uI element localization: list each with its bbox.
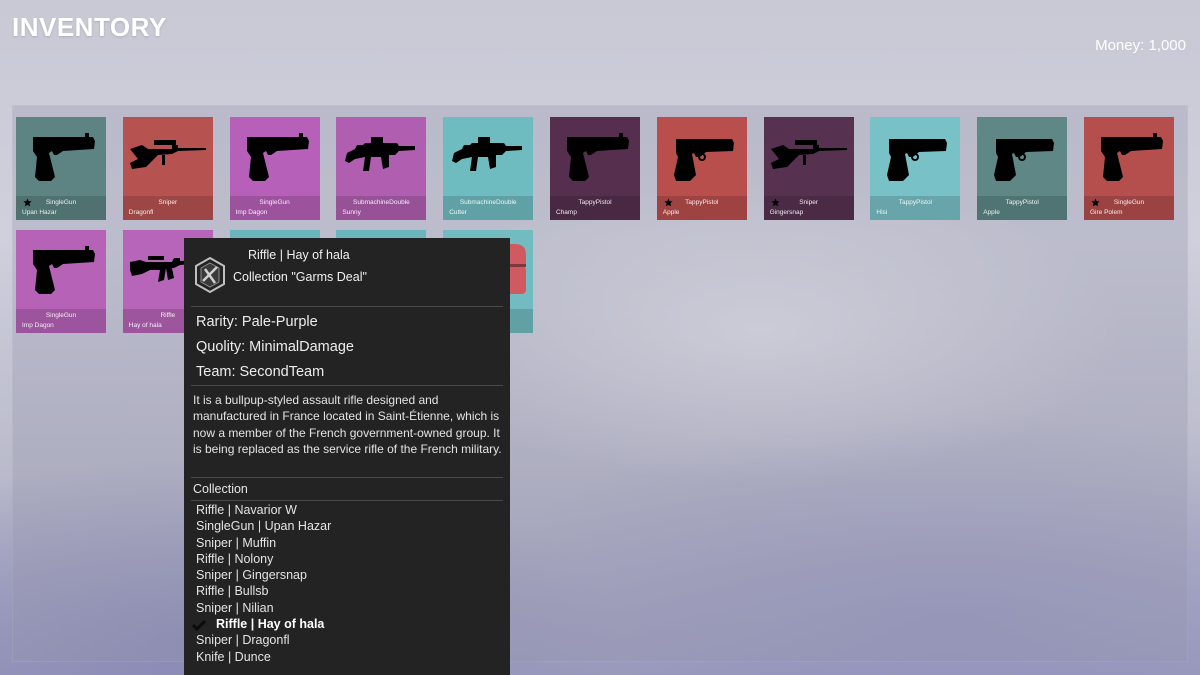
item-name: Cutter [449,209,467,216]
item-tooltip: Riffle | Hay of hala Collection "Garms D… [184,238,510,675]
pistol-icon [1089,127,1169,185]
slot-label: SubmachineDouble Sunny [336,196,427,220]
quality-text: Quolity: MinimalDamage [196,339,354,355]
item-name: Gingersnap [769,209,804,216]
item-description: It is a bullpup-styled assault rifle des… [193,393,502,456]
item-name: Hisi [876,209,888,216]
team-text: Team: SecondTeam [196,364,325,380]
inventory-slot[interactable]: TappyPistol Hisi [870,117,961,220]
item-type: TappyPistol [898,199,933,206]
tooltip-item-title: Riffle | Hay of hala [248,248,350,262]
inventory-slot[interactable]: SingleGun Upan Hazar [16,117,106,220]
collection-item[interactable]: Sniper | Nilian [196,601,496,617]
slot-label: SingleGun Gire Polem [1084,196,1174,220]
item-type: SingleGun [45,312,77,319]
pistol-icon [21,240,101,298]
collection-item[interactable]: SingleGun | Upan Hazar [196,519,496,535]
collection-item[interactable]: Riffle | Navarior W [196,503,496,519]
inventory-slot[interactable]: SingleGun Gire Polem [1084,117,1174,220]
smg-icon [448,127,528,185]
collection-item-label: Sniper | Nilian [196,600,274,615]
collection-item-label: SingleGun | Upan Hazar [196,519,332,534]
collection-item-label: Riffle | Hay of hala [216,617,325,632]
slot-label: Sniper Dragonfl [122,196,213,220]
item-name: Apple [662,209,680,216]
inventory-slot[interactable]: TappyPistol Apple [656,117,747,220]
collection-item[interactable]: Riffle | Nolony [196,552,496,568]
collection-item[interactable]: Riffle | Hay of hala [192,617,496,633]
slot-label: SingleGun Imp Dagon [16,309,106,333]
collection-item-label: Sniper | Dragonfl [196,633,290,648]
item-type: TappyPistol [578,199,612,206]
collection-item-label: Sniper | Gingersnap [196,568,307,583]
rarity-text: Rarity: Pale-Purple [196,314,318,330]
collection-item-label: Sniper | Muffin [196,535,277,550]
collection-header: Collection [193,482,248,496]
item-type: Sniper [799,199,818,206]
item-name: Imp Dagon [22,322,54,329]
tooltip-collection-title: Collection "Garms Deal" [233,270,367,284]
inventory-slot[interactable]: SingleGun Imp Dagon [229,117,320,220]
inventory-slot[interactable]: TappyPistol Apple [977,117,1068,220]
collection-item-label: Knife | Dunce [196,649,271,664]
inventory-slot[interactable]: SingleGun Imp Dagon [16,230,106,333]
sniper-icon [769,127,849,185]
divider [191,500,503,501]
collection-item-label: Riffle | Bullsb [196,584,269,599]
slot-label: TappyPistol Hisi [870,196,961,220]
slot-label: TappyPistol Apple [656,196,747,220]
money-display: Money: 1,000 [1095,37,1186,54]
pistol-icon [555,127,635,185]
slot-label: SingleGun Upan Hazar [16,196,106,220]
inventory-slot[interactable]: TappyPistol Champ [550,117,640,220]
item-type: SingleGun [259,199,290,206]
item-name: Sunny [342,209,361,216]
collection-item[interactable]: Sniper | Dragonfl [196,633,496,649]
sniper-icon [128,127,208,185]
slot-label: TappyPistol Champ [550,196,640,220]
item-name: Gire Polem [1090,209,1123,216]
collection-item[interactable]: Riffle | Bullsb [196,584,496,600]
item-type: TappyPistol [685,199,719,206]
collection-logo-icon [191,256,229,294]
item-type: TappyPistol [1005,199,1039,206]
collection-item[interactable]: Sniper | Muffin [196,536,496,552]
slot-label: TappyPistol Apple [977,196,1068,220]
item-name: Upan Hazar [22,209,57,216]
inventory-slot[interactable]: Sniper Dragonfl [122,117,213,220]
collection-item[interactable]: Sniper | Gingersnap [196,568,496,584]
collection-item[interactable]: Knife | Dunce [196,650,496,666]
collection-item-label: Riffle | Navarior W [196,503,297,517]
slot-label: SubmachineDouble Cutter [443,196,534,220]
pistol-icon [21,127,101,185]
collection-list: Riffle | Navarior W SingleGun | Upan Haza… [192,503,496,666]
item-name: Dragonfl [128,209,154,216]
item-type: SingleGun [1113,199,1145,206]
divider [191,385,503,386]
item-type: SingleGun [45,199,77,206]
divider [191,477,503,478]
inventory-slot[interactable]: Sniper Gingersnap [763,117,854,220]
item-name: Imp Dagon [235,209,268,216]
item-type: SubmachineDouble [459,199,517,206]
pistol-icon [235,127,315,185]
item-type: SubmachineDouble [353,199,410,206]
inventory-title: INVENTORY [12,12,167,42]
smg-icon [341,127,421,185]
compact-pistol-icon [982,127,1062,185]
collection-item-label: Riffle | Nolony [196,551,274,566]
slot-label: Sniper Gingersnap [763,196,854,220]
inventory-slot[interactable]: SubmachineDouble Sunny [336,117,427,220]
slot-label: SingleGun Imp Dagon [229,196,320,220]
item-type: Sniper [158,199,178,206]
item-name: Apple [983,209,1000,216]
divider [191,306,503,307]
inventory-slot[interactable]: SubmachineDouble Cutter [443,117,534,220]
item-name: Hay of hala [128,322,162,329]
checkmark-icon [192,619,206,632]
compact-pistol-icon [662,127,742,185]
item-name: Champ [556,209,577,216]
compact-pistol-icon [875,127,955,185]
